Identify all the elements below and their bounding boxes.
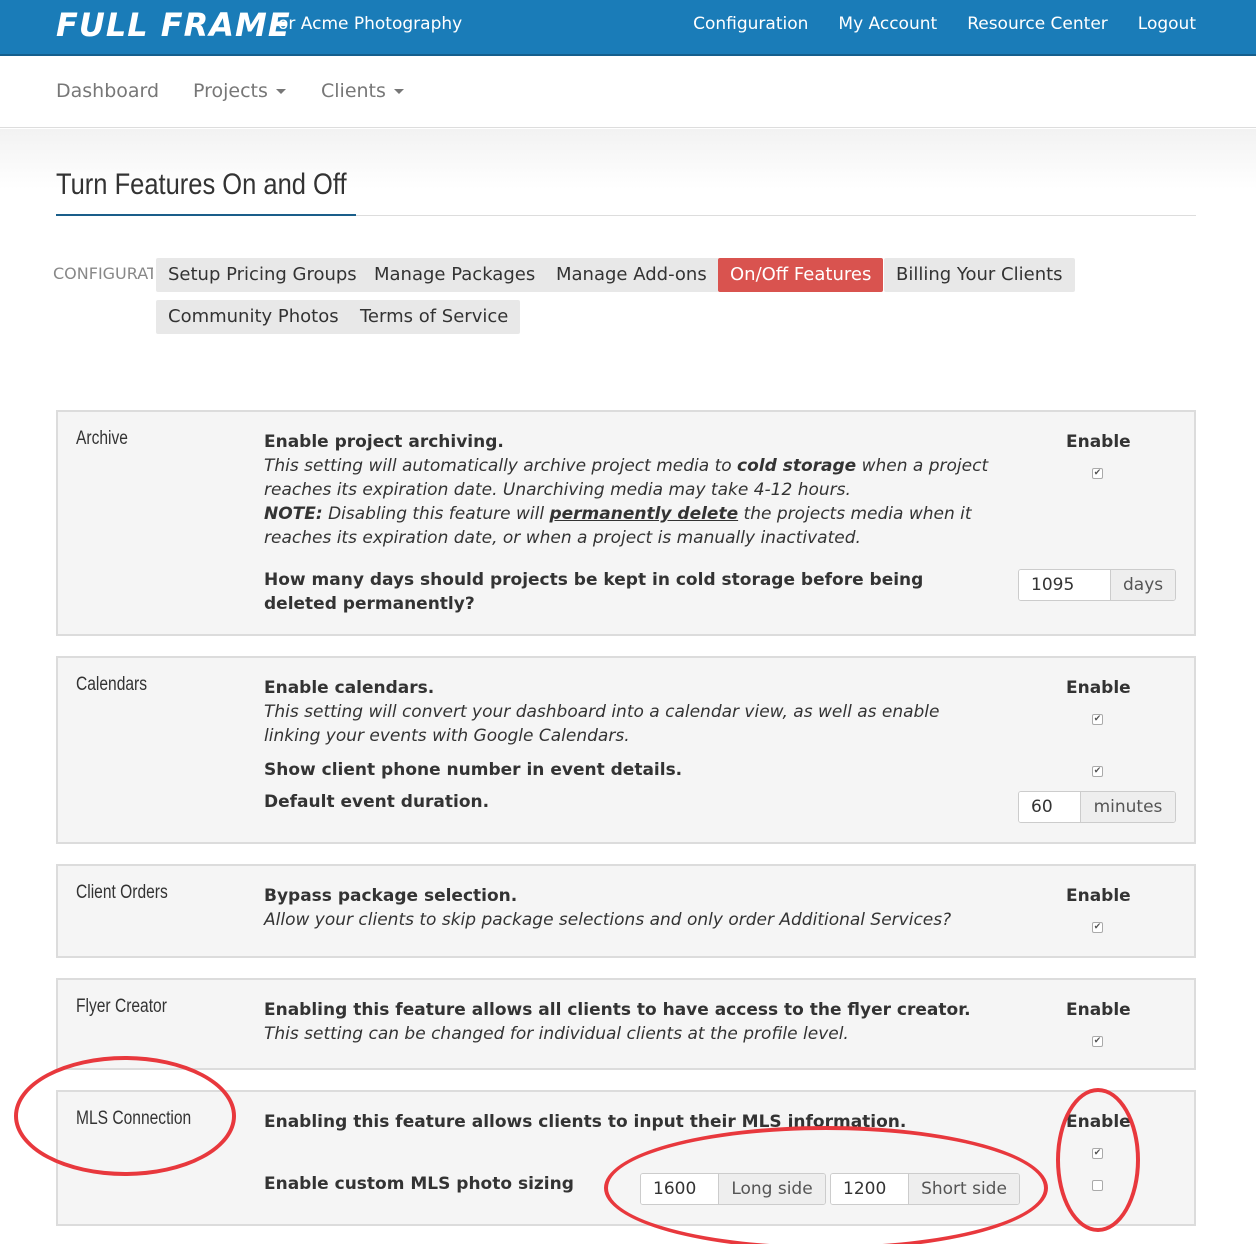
panel-title: Calendars (76, 674, 148, 695)
note-label: NOTE: (264, 504, 323, 524)
calendars-description: Enable calendars. This setting will conv… (264, 676, 994, 748)
annotation-circle-mls-name (14, 1056, 236, 1176)
secondary-nav: Dashboard Projects Clients (0, 58, 1256, 128)
nav-projects-label: Projects (193, 80, 268, 102)
nav-my-account[interactable]: My Account (838, 14, 937, 34)
event-duration-input-group: 60 minutes (1018, 791, 1176, 823)
tab-on-off-features[interactable]: On/Off Features (718, 258, 884, 292)
archive-note: NOTE: Disabling this feature will perman… (264, 502, 994, 550)
mls-sizing-label: Enable custom MLS photo sizing (264, 1174, 574, 1194)
note-bold: permanently delete (549, 504, 739, 524)
client-orders-enable-checkbox[interactable]: ✔ (1092, 922, 1103, 933)
archive-desc-bold: cold storage (737, 456, 857, 476)
archive-description: Enable project archiving. This setting w… (264, 430, 994, 550)
nav-projects-dropdown[interactable]: Projects (193, 80, 286, 102)
caret-down-icon (393, 89, 404, 94)
panel-archive: Archive Enable project archiving. This s… (56, 410, 1196, 636)
archive-days-question: How many days should projects be kept in… (264, 570, 924, 614)
tab-setup-pricing-groups[interactable]: Setup Pricing Groups (156, 258, 369, 292)
minutes-unit-addon: minutes (1081, 792, 1175, 822)
nav-resource-center[interactable]: Resource Center (967, 14, 1108, 34)
panel-calendars: Calendars Enable calendars. This setting… (56, 656, 1196, 844)
tab-billing-your-clients[interactable]: Billing Your Clients (884, 258, 1075, 292)
configuration-label: CONFIGURATION (53, 264, 153, 283)
calendars-heading: Enable calendars. (264, 678, 435, 698)
panel-client-orders: Client Orders Bypass package selection. … (56, 864, 1196, 958)
event-duration-input[interactable]: 60 (1019, 792, 1081, 822)
nav-clients-label: Clients (321, 80, 386, 102)
annotation-circle-checkboxes (1056, 1088, 1140, 1232)
days-unit-addon: days (1111, 570, 1175, 600)
calendars-desc: This setting will convert your dashboard… (264, 702, 940, 746)
flyer-desc: This setting can be changed for individu… (264, 1024, 849, 1044)
archive-heading: Enable project archiving. (264, 432, 504, 452)
brand-subtitle: for Acme Photography (272, 14, 463, 34)
nav-dashboard-label: Dashboard (56, 80, 160, 102)
nav-clients-dropdown[interactable]: Clients (321, 80, 404, 102)
enable-header: Enable (1066, 678, 1131, 698)
panel-title: Flyer Creator (76, 996, 167, 1017)
calendars-enable-checkbox[interactable]: ✔ (1092, 714, 1103, 725)
phone-number-label: Show client phone number in event detail… (264, 760, 683, 780)
enable-header: Enable (1066, 432, 1131, 452)
brand-logo[interactable]: FULL FRAME (56, 6, 291, 44)
panel-flyer-creator: Flyer Creator Enabling this feature allo… (56, 978, 1196, 1070)
flyer-description: Enabling this feature allows all clients… (264, 998, 1024, 1046)
enable-header: Enable (1066, 1000, 1131, 1020)
top-navbar: FULL FRAME for Acme Photography Configur… (0, 0, 1256, 56)
archive-desc: This setting will automatically archive … (264, 454, 994, 502)
top-nav: Configuration My Account Resource Center… (693, 14, 1196, 34)
phone-number-checkbox[interactable]: ✔ (1092, 766, 1103, 777)
tab-manage-add-ons[interactable]: Manage Add-ons (544, 258, 719, 292)
client-orders-description: Bypass package selection. Allow your cli… (264, 884, 994, 932)
note-text: Disabling this feature will (328, 504, 545, 524)
archive-days-input[interactable]: 1095 (1019, 570, 1111, 600)
nav-dashboard[interactable]: Dashboard (56, 80, 159, 102)
flyer-enable-checkbox[interactable]: ✔ (1092, 1036, 1103, 1047)
client-orders-heading: Bypass package selection. (264, 886, 518, 906)
archive-enable-checkbox[interactable]: ✔ (1092, 468, 1103, 479)
archive-days-input-group: 1095 days (1018, 569, 1176, 601)
nav-logout[interactable]: Logout (1138, 14, 1196, 34)
title-accent-line (56, 214, 356, 216)
caret-down-icon (275, 89, 286, 94)
panel-title: Archive (76, 428, 128, 449)
panel-title: Client Orders (76, 882, 168, 903)
flyer-heading: Enabling this feature allows all clients… (264, 1000, 971, 1020)
nav-configuration[interactable]: Configuration (693, 14, 808, 34)
tab-manage-packages[interactable]: Manage Packages (362, 258, 548, 292)
client-orders-desc: Allow your clients to skip package selec… (264, 910, 952, 930)
page-title: Turn Features On and Off (56, 168, 347, 201)
annotation-circle-sizing-inputs (604, 1126, 1048, 1244)
enable-header: Enable (1066, 886, 1131, 906)
archive-desc-text: This setting will automatically archive … (264, 456, 732, 476)
tab-terms-of-service[interactable]: Terms of Service (348, 300, 521, 334)
event-duration-label: Default event duration. (264, 792, 490, 812)
tab-community-photos[interactable]: Community Photos (156, 300, 351, 334)
